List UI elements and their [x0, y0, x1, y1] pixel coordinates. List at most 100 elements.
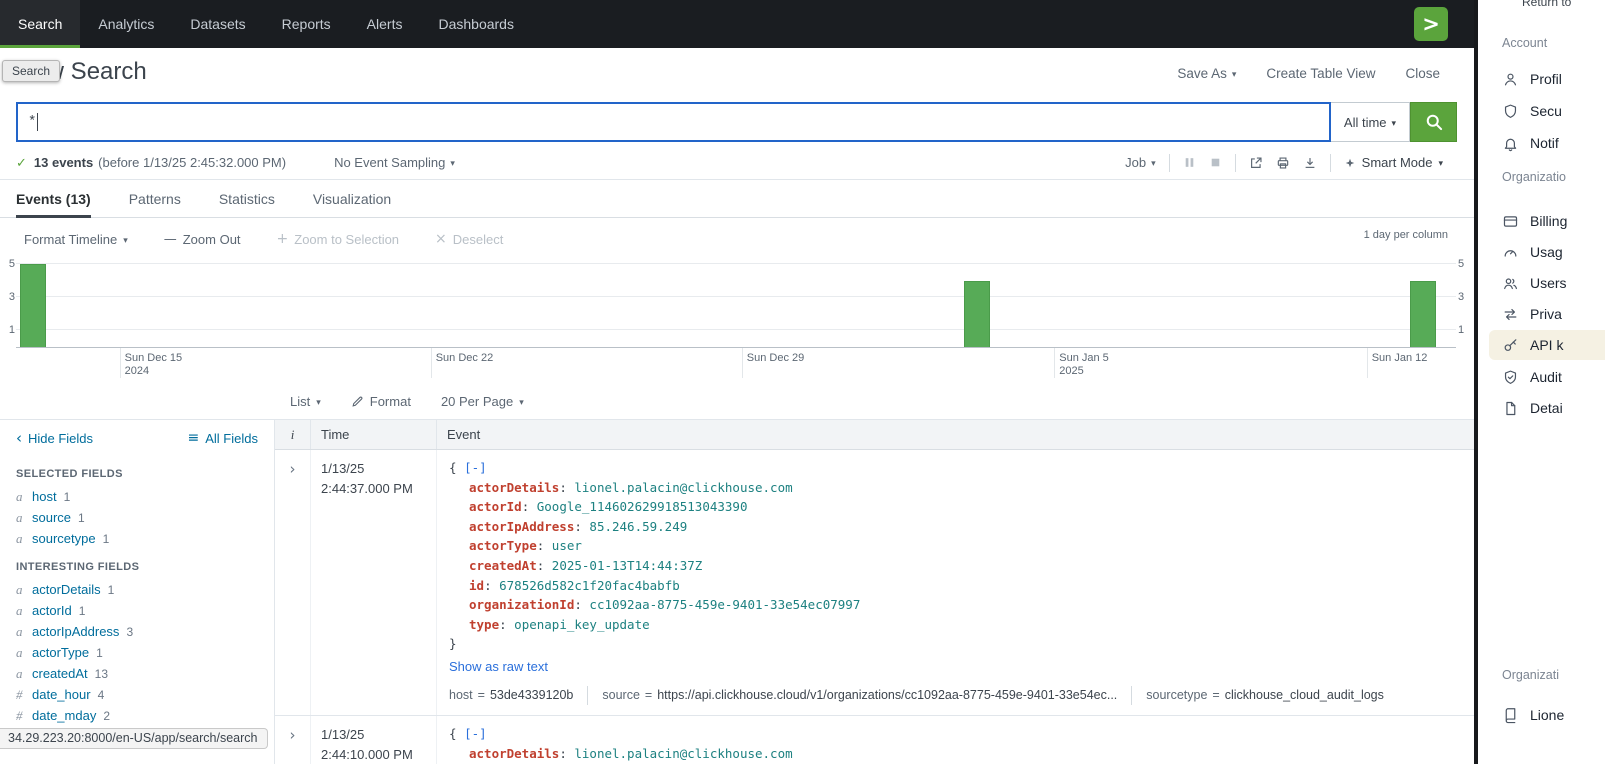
json-value[interactable]: lionel.palacin@clickhouse.com: [574, 480, 792, 495]
json-value[interactable]: Google_114602629918513043390: [537, 499, 748, 514]
json-value[interactable]: openapi_key_update: [514, 617, 649, 632]
create-table-view-button[interactable]: Create Table View: [1266, 66, 1375, 81]
zoom-out-button[interactable]: Zoom Out: [164, 231, 241, 247]
per-page-dropdown[interactable]: 20 Per Page: [441, 394, 524, 409]
event-json-field[interactable]: actorId: Google_114602629918513043390: [449, 497, 1463, 517]
nav-item[interactable]: Search: [0, 0, 80, 48]
field-item[interactable]: # date_hour 4: [0, 684, 274, 705]
search-input[interactable]: *: [16, 102, 1331, 142]
field-item[interactable]: a actorIpAddress 3: [0, 621, 274, 642]
event-meta-field[interactable]: source=https://api.clickhouse.cloud/v1/o…: [587, 686, 1117, 706]
expand-event-icon[interactable]: [290, 461, 296, 478]
event-json-field[interactable]: id: 678526d582c1f20fac4babfb: [449, 576, 1463, 596]
field-item[interactable]: # date_mday 2: [0, 705, 274, 726]
sidebar-item-security[interactable]: Secu: [1502, 96, 1562, 126]
chevron-down-icon: [1151, 155, 1156, 170]
meta-value[interactable]: clickhouse_cloud_audit_logs: [1225, 686, 1384, 706]
close-button[interactable]: Close: [1405, 66, 1440, 81]
event-meta-field[interactable]: host=53de4339120b: [449, 686, 573, 706]
pause-job-icon[interactable]: [1183, 156, 1196, 169]
event-json-field[interactable]: actorIpAddress: 85.246.59.249: [449, 517, 1463, 537]
all-fields-button[interactable]: All Fields: [188, 430, 258, 446]
format-results-button[interactable]: Format: [351, 394, 411, 409]
field-item[interactable]: a actorId 1: [0, 600, 274, 621]
event-sampling-dropdown[interactable]: No Event Sampling: [334, 155, 455, 170]
field-item[interactable]: a host 1: [0, 486, 274, 507]
sidebar-item-users[interactable]: Users: [1502, 268, 1567, 298]
json-value[interactable]: 678526d582c1f20fac4babfb: [499, 578, 680, 593]
return-link[interactable]: Return to: [1522, 0, 1571, 9]
timeline-bar[interactable]: [964, 281, 990, 347]
nav-item[interactable]: Analytics: [80, 0, 172, 48]
search-mode-selector[interactable]: Smart Mode: [1344, 155, 1443, 170]
collapse-json-link[interactable]: [-]: [464, 460, 487, 475]
save-as-button[interactable]: Save As: [1177, 66, 1236, 81]
job-controls: Job Smart Mode: [1125, 154, 1459, 172]
sidebar-item-label: API k: [1530, 337, 1563, 353]
json-value[interactable]: 2025-01-13T14:44:37Z: [552, 558, 703, 573]
sidebar-item-billing[interactable]: Billing: [1502, 206, 1567, 236]
timeline-bar[interactable]: [20, 264, 46, 347]
field-item[interactable]: a actorType 1: [0, 642, 274, 663]
event-json-field[interactable]: actorType: user: [449, 536, 1463, 556]
hide-fields-button[interactable]: Hide Fields: [16, 429, 93, 447]
show-raw-text-link[interactable]: Show as raw text: [449, 657, 548, 677]
stop-job-icon[interactable]: [1209, 156, 1222, 169]
meta-value[interactable]: https://api.clickhouse.cloud/v1/organiza…: [657, 686, 1117, 706]
sidebar-item-api-keys[interactable]: API k: [1502, 330, 1563, 360]
timeline-bar[interactable]: [1410, 281, 1436, 347]
zoom-to-selection-label: Zoom to Selection: [294, 232, 399, 247]
event-meta-field[interactable]: sourcetype=clickhouse_cloud_audit_logs: [1131, 686, 1384, 706]
event-time[interactable]: 1/13/25 2:44:10.000 PM: [311, 716, 437, 764]
json-value[interactable]: cc1092aa-8775-459e-9401-33e54ec07997: [589, 597, 860, 612]
json-value[interactable]: 85.246.59.249: [589, 519, 687, 534]
field-type-icon: a: [16, 602, 25, 619]
nav-item[interactable]: Reports: [264, 0, 349, 48]
list-view-dropdown[interactable]: List: [290, 394, 321, 409]
sidebar-item-organization-name[interactable]: Lione: [1502, 700, 1564, 730]
json-value[interactable]: lionel.palacin@clickhouse.com: [574, 746, 792, 761]
zoom-to-selection-button[interactable]: Zoom to Selection: [277, 231, 400, 247]
event-json-field[interactable]: createdAt: 2025-01-13T14:44:37Z: [449, 556, 1463, 576]
meta-value[interactable]: 53de4339120b: [490, 686, 573, 706]
sidebar-item-details[interactable]: Detai: [1502, 393, 1563, 423]
deselect-button[interactable]: Deselect: [435, 231, 503, 247]
sidebar-item-profile[interactable]: Profil: [1502, 64, 1562, 94]
meta-equals: =: [478, 686, 485, 706]
print-icon[interactable]: [1276, 156, 1290, 170]
sidebar-item-private-endpoints[interactable]: Priva: [1502, 299, 1562, 329]
share-job-icon[interactable]: [1249, 156, 1263, 170]
minus-icon: [164, 231, 177, 247]
json-value[interactable]: user: [552, 538, 582, 553]
results-tab[interactable]: Patterns: [129, 180, 181, 217]
event-time[interactable]: 1/13/25 2:44:37.000 PM: [311, 450, 437, 715]
nav-item[interactable]: Alerts: [349, 0, 421, 48]
format-timeline-button[interactable]: Format Timeline: [24, 232, 128, 247]
export-download-icon[interactable]: [1303, 156, 1317, 170]
json-field-list: actorDetails: lionel.palacin@clickhouse.…: [449, 478, 1463, 635]
nav-item[interactable]: Dashboards: [420, 0, 532, 48]
time-range-picker[interactable]: All time: [1331, 102, 1410, 142]
job-menu-button[interactable]: Job: [1125, 155, 1156, 170]
sidebar-item-usage[interactable]: Usag: [1502, 237, 1563, 267]
expand-event-icon[interactable]: [290, 727, 296, 744]
sidebar-item-audit[interactable]: Audit: [1502, 362, 1562, 392]
results-tab[interactable]: Events (13): [16, 180, 91, 217]
results-tab[interactable]: Statistics: [219, 180, 275, 217]
timeline-plot[interactable]: 113355: [16, 256, 1456, 348]
event-json-field[interactable]: actorDetails: lionel.palacin@clickhouse.…: [449, 744, 1463, 764]
field-item[interactable]: a createdAt 13: [0, 663, 274, 684]
sidebar-item-notifications[interactable]: Notif: [1502, 128, 1559, 158]
search-button[interactable]: [1410, 102, 1457, 142]
event-json-field[interactable]: organizationId: cc1092aa-8775-459e-9401-…: [449, 595, 1463, 615]
field-item[interactable]: a sourcetype 1: [0, 528, 274, 549]
field-item[interactable]: a source 1: [0, 507, 274, 528]
field-item[interactable]: a actorDetails 1: [0, 579, 274, 600]
smart-mode-label: Smart Mode: [1362, 155, 1433, 170]
splunk-logo-icon[interactable]: [1414, 7, 1448, 41]
event-json-field[interactable]: actorDetails: lionel.palacin@clickhouse.…: [449, 478, 1463, 498]
event-json-field[interactable]: type: openapi_key_update: [449, 615, 1463, 635]
collapse-json-link[interactable]: [-]: [464, 726, 487, 741]
nav-item[interactable]: Datasets: [172, 0, 263, 48]
results-tab[interactable]: Visualization: [313, 180, 391, 217]
